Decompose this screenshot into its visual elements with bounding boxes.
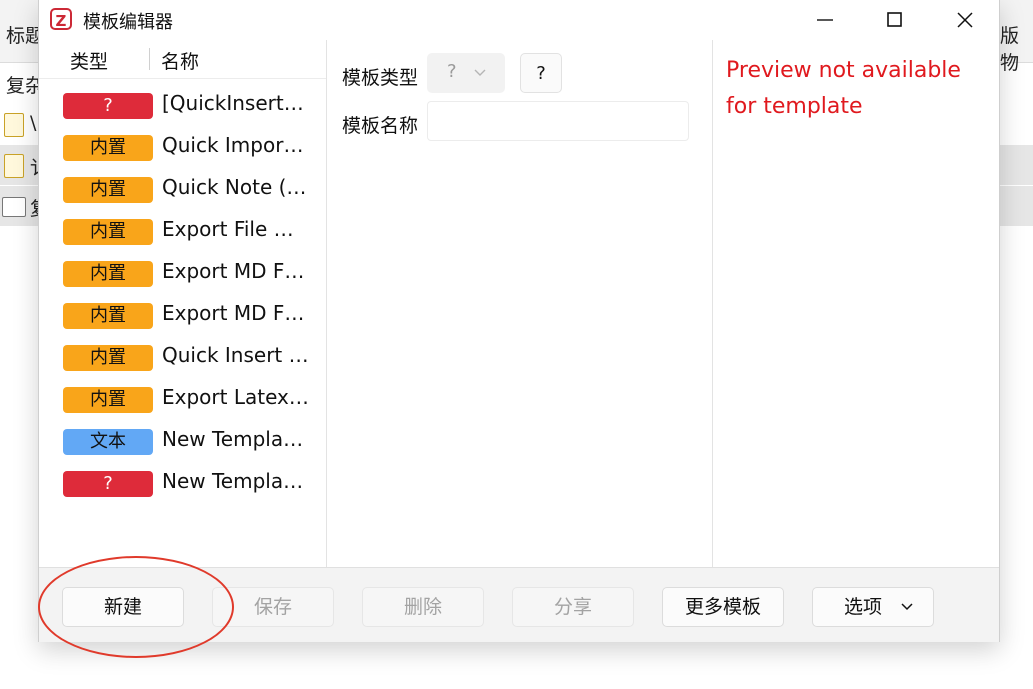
dialog-footer: 新建 保存 删除 分享 更多模板 选项: [39, 567, 999, 642]
type-help-button[interactable]: ?: [520, 53, 562, 93]
options-button[interactable]: 选项: [812, 587, 934, 627]
snapshot-icon: [2, 197, 26, 217]
more-templates-button[interactable]: 更多模板: [662, 587, 784, 627]
template-editor-dialog: Z 模板编辑器 类型 名称 ? [QuickInsert… 内置 Quick I…: [38, 0, 1000, 642]
template-preview-pane: Preview not available for template: [713, 40, 999, 567]
column-header-type[interactable]: 类型: [70, 47, 108, 74]
template-name: Export MD F…: [162, 259, 305, 283]
template-type-badge: ?: [63, 93, 153, 119]
preview-message: Preview not available for template: [726, 58, 961, 119]
template-type-badge: 内置: [63, 303, 153, 329]
save-button[interactable]: 保存: [212, 587, 334, 627]
close-icon: [957, 12, 973, 28]
template-name: Export MD F…: [162, 301, 305, 325]
template-type-badge: 内置: [63, 219, 153, 245]
template-list-item[interactable]: 内置 Export Latex…: [39, 382, 326, 424]
template-type-label: 模板类型: [342, 67, 419, 89]
template-name-input[interactable]: [427, 101, 689, 141]
delete-button[interactable]: 删除: [362, 587, 484, 627]
minimize-button[interactable]: [795, 0, 855, 40]
template-list-item[interactable]: 内置 Export MD F…: [39, 298, 326, 340]
minimize-icon: [817, 19, 833, 21]
maximize-button[interactable]: [865, 0, 925, 40]
template-list-item[interactable]: 内置 Export MD F…: [39, 256, 326, 298]
new-button[interactable]: 新建: [62, 587, 184, 627]
template-type-badge: 内置: [63, 345, 153, 371]
template-name: New Templa…: [162, 427, 304, 451]
chevron-down-icon: [474, 69, 486, 76]
template-name: Export File …: [162, 217, 294, 241]
template-name: Export Latex…: [162, 385, 309, 409]
template-type-badge: 内置: [63, 135, 153, 161]
template-list-item[interactable]: 内置 Quick Note (…: [39, 172, 326, 214]
template-list-item[interactable]: 文本 New Templa…: [39, 424, 326, 466]
template-list-item[interactable]: 内置 Export File …: [39, 214, 326, 256]
column-header-name[interactable]: 名称: [161, 47, 199, 74]
column-divider[interactable]: [149, 48, 150, 70]
template-list-item[interactable]: 内置 Quick Insert …: [39, 340, 326, 382]
maximize-icon: [887, 12, 902, 27]
template-list-item[interactable]: 内置 Quick Impor…: [39, 130, 326, 172]
template-editor-pane: 模板类型 ? ? 模板名称: [327, 40, 713, 567]
template-type-value: ?: [447, 61, 457, 82]
share-button[interactable]: 分享: [512, 587, 634, 627]
template-name: Quick Insert …: [162, 343, 309, 367]
template-name-label: 模板名称: [342, 115, 419, 137]
template-list-item[interactable]: ? New Templa…: [39, 466, 326, 508]
options-label: 选项: [844, 596, 883, 618]
background-tab-right[interactable]: 版物: [1000, 21, 1033, 75]
template-type-badge: 内置: [63, 387, 153, 413]
template-name: [QuickInsert…: [162, 91, 304, 115]
background-item-label: \: [30, 112, 37, 134]
dialog-title: 模板编辑器: [83, 12, 173, 33]
template-list-item[interactable]: ? [QuickInsert…: [39, 88, 326, 130]
zotero-logo-icon: Z: [50, 8, 72, 30]
template-list-header: 类型 名称: [39, 40, 326, 79]
template-type-badge: 文本: [63, 429, 153, 455]
template-type-badge: 内置: [63, 177, 153, 203]
template-type-select[interactable]: ?: [427, 53, 505, 93]
dialog-titlebar[interactable]: Z 模板编辑器: [39, 0, 999, 40]
template-type-badge: ?: [63, 471, 153, 497]
close-button[interactable]: [935, 0, 995, 40]
note-icon: [4, 113, 24, 137]
chevron-down-icon: [901, 603, 913, 611]
template-list-pane: 类型 名称 ? [QuickInsert… 内置 Quick Impor… 内置…: [39, 40, 327, 567]
template-name: Quick Note (…: [162, 175, 307, 199]
template-name: New Templa…: [162, 469, 304, 493]
note-icon: [4, 154, 24, 178]
template-name: Quick Impor…: [162, 133, 304, 157]
template-type-badge: 内置: [63, 261, 153, 287]
